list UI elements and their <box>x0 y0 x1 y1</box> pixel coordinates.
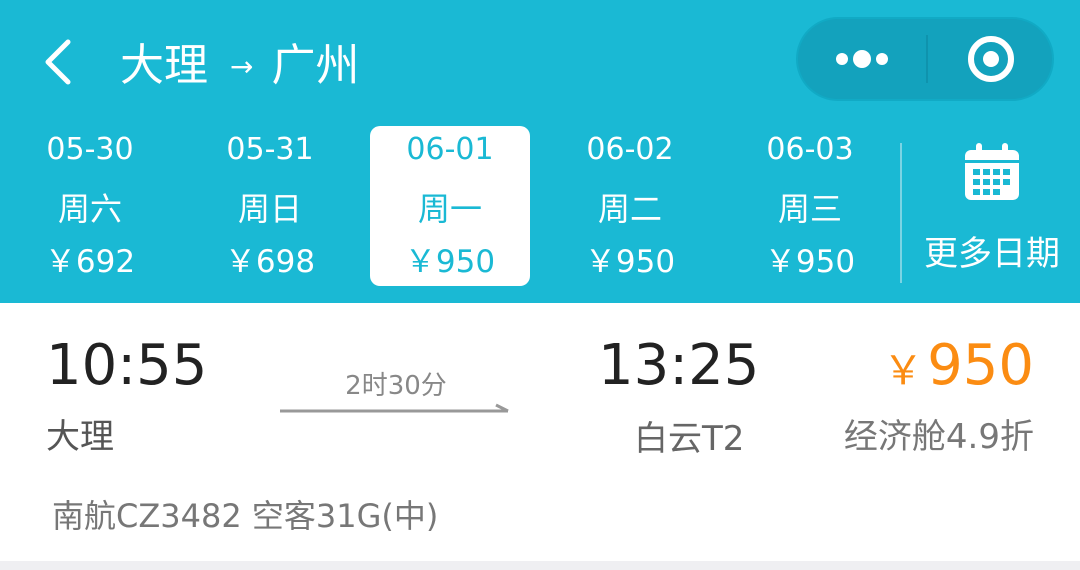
origin-city: 大理 <box>120 40 208 91</box>
duration-arrow-icon <box>280 403 509 413</box>
cabin-discount: 经济舱4.9折 <box>843 417 1034 457</box>
flight-card[interactable]: 10:55 大理 2时30分 13:25 白云T2 ￥950 经济舱4.9折 南… <box>0 303 1080 561</box>
departure-city: 大理 <box>46 417 114 457</box>
date-label: 06-02 <box>586 132 674 167</box>
date-tab-0530[interactable]: 05-30 周六 ￥692 <box>10 126 170 286</box>
more-button[interactable] <box>798 19 926 99</box>
date-tab-0531[interactable]: 05-31 周日 ￥698 <box>190 126 350 286</box>
date-price: ￥698 <box>224 244 316 280</box>
flight-info: 南航CZ3482 空客31G(中) <box>52 497 439 535</box>
close-button[interactable] <box>928 19 1054 99</box>
date-label: 06-03 <box>766 132 854 167</box>
calendar-icon <box>965 143 1019 200</box>
date-label: 06-01 <box>406 132 494 167</box>
price-amount: 950 <box>927 333 1034 398</box>
weekday-label: 周三 <box>777 190 842 228</box>
route-title: 大理 → 广州 <box>120 33 359 91</box>
mini-program-capsule <box>796 17 1054 101</box>
arrival-time: 13:25 <box>598 333 760 398</box>
date-price: ￥950 <box>404 244 496 280</box>
weekday-label: 周二 <box>597 190 662 228</box>
date-label: 05-30 <box>46 132 134 167</box>
destination-city: 广州 <box>271 40 360 91</box>
date-divider <box>900 143 902 283</box>
departure-time: 10:55 <box>46 333 208 398</box>
date-tabs: 05-30 周六 ￥692 05-31 周日 ￥698 06-01 周一 ￥95… <box>0 126 900 286</box>
more-dates-label: 更多日期 <box>924 234 1060 274</box>
date-price: ￥950 <box>764 244 856 280</box>
chevron-left-icon <box>45 39 71 85</box>
date-price: ￥692 <box>44 244 136 280</box>
route-arrow: → <box>230 49 254 83</box>
date-tab-0602[interactable]: 06-02 周二 ￥950 <box>550 126 710 286</box>
date-tab-0601-selected[interactable]: 06-01 周一 ￥950 <box>370 126 530 286</box>
date-tab-0603[interactable]: 06-03 周三 ￥950 <box>730 126 890 286</box>
weekday-label: 周日 <box>237 190 302 228</box>
weekday-label: 周一 <box>417 190 482 228</box>
flight-price: ￥950 <box>883 333 1034 398</box>
currency-symbol: ￥ <box>883 348 924 394</box>
header-bar: 大理 → 广州 05-30 周六 ￥692 05-31 周日 ￥698 06-0… <box>0 0 1080 303</box>
more-dates-button[interactable]: 更多日期 <box>904 140 1080 290</box>
date-label: 05-31 <box>226 132 314 167</box>
target-circle-icon <box>968 36 1014 82</box>
back-button[interactable] <box>40 36 80 88</box>
more-dots-icon <box>836 50 888 68</box>
arrival-airport: 白云T2 <box>634 419 745 459</box>
weekday-label: 周六 <box>57 190 122 228</box>
date-price: ￥950 <box>584 244 676 280</box>
flight-duration: 2时30分 <box>345 371 447 401</box>
